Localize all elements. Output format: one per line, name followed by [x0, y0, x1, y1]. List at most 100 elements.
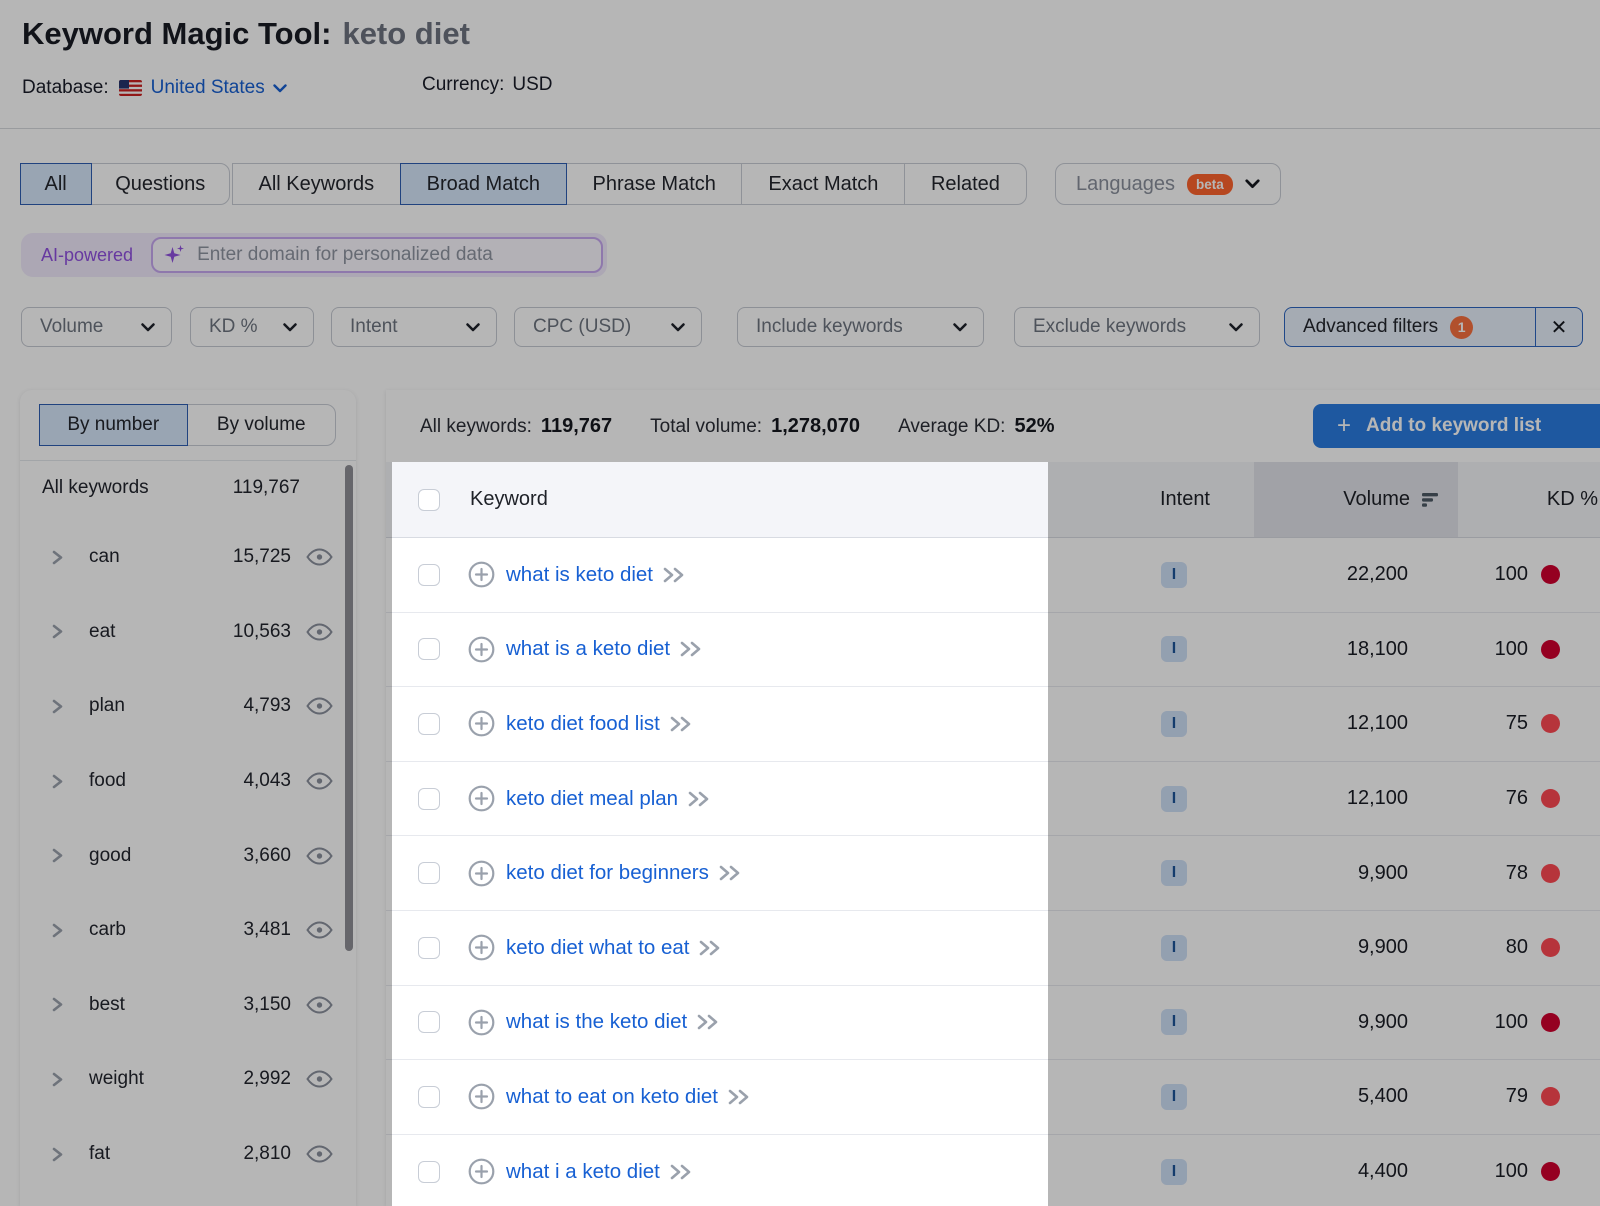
- match-tab[interactable]: Broad Match: [400, 163, 567, 205]
- table-row: what is a keto diet I 18,100 100: [386, 613, 1600, 688]
- keyword-link[interactable]: keto diet what to eat: [506, 936, 689, 960]
- intent-cell: I: [1048, 836, 1254, 910]
- advanced-filters-button[interactable]: Advanced filters 1 ✕: [1284, 307, 1583, 347]
- sidebar-all-keywords[interactable]: All keywords 119,767: [20, 464, 356, 512]
- eye-icon[interactable]: [306, 1070, 333, 1088]
- add-to-keyword-list-button[interactable]: + Add to keyword list: [1313, 404, 1600, 448]
- eye-icon[interactable]: [306, 847, 333, 865]
- intent-column-header[interactable]: Intent: [1048, 462, 1254, 537]
- database-selector[interactable]: United States: [151, 77, 287, 99]
- eye-icon[interactable]: [306, 772, 333, 790]
- kd-column-header[interactable]: KD %: [1458, 462, 1600, 537]
- keyword-group-item[interactable]: plan 4,793: [20, 669, 356, 744]
- keyword-link[interactable]: what i a keto diet: [506, 1160, 660, 1184]
- intent-badge[interactable]: I: [1161, 786, 1187, 812]
- intent-badge[interactable]: I: [1161, 1159, 1187, 1185]
- intent-badge[interactable]: I: [1161, 711, 1187, 737]
- eye-icon[interactable]: [306, 996, 333, 1014]
- row-checkbox[interactable]: [418, 788, 440, 810]
- keyword-group-item[interactable]: best 3,150: [20, 968, 356, 1043]
- keyword-group-item[interactable]: weight 2,992: [20, 1042, 356, 1117]
- languages-dropdown[interactable]: Languages beta: [1055, 163, 1281, 205]
- add-keyword-icon[interactable]: [468, 860, 495, 887]
- intent-badge[interactable]: I: [1161, 562, 1187, 588]
- keyword-link[interactable]: what is a keto diet: [506, 637, 670, 661]
- keyword-link[interactable]: what is keto diet: [506, 563, 653, 587]
- double-chevron-right-icon[interactable]: [696, 1014, 720, 1030]
- double-chevron-right-icon[interactable]: [669, 1164, 693, 1180]
- intent-badge[interactable]: I: [1161, 636, 1187, 662]
- double-chevron-right-icon[interactable]: [687, 791, 711, 807]
- add-keyword-icon[interactable]: [468, 934, 495, 961]
- intent-badge[interactable]: I: [1161, 860, 1187, 886]
- volume-column-header[interactable]: Volume: [1254, 462, 1458, 537]
- intent-badge[interactable]: I: [1161, 1009, 1187, 1035]
- row-checkbox[interactable]: [418, 937, 440, 959]
- tab[interactable]: All: [20, 163, 92, 205]
- keyword-group-item[interactable]: fat 2,810: [20, 1117, 356, 1192]
- double-chevron-right-icon[interactable]: [718, 865, 742, 881]
- kd-difficulty-dot: [1541, 714, 1560, 733]
- keyword-link[interactable]: what to eat on keto diet: [506, 1085, 718, 1109]
- volume-filter-dropdown[interactable]: Volume: [21, 307, 172, 347]
- add-keyword-icon[interactable]: [468, 1158, 495, 1185]
- match-tab[interactable]: Phrase Match: [566, 163, 743, 205]
- select-all-checkbox[interactable]: [418, 489, 440, 511]
- sort-toggle-option[interactable]: By volume: [187, 404, 337, 446]
- add-keyword-icon[interactable]: [468, 710, 495, 737]
- row-checkbox[interactable]: [418, 638, 440, 660]
- keyword-cell: what to eat on keto diet: [386, 1060, 1048, 1134]
- add-keyword-icon[interactable]: [468, 785, 495, 812]
- double-chevron-right-icon[interactable]: [698, 940, 722, 956]
- include-keywords-dropdown[interactable]: Include keywords: [737, 307, 984, 347]
- eye-icon[interactable]: [306, 921, 333, 939]
- sidebar-scrollbar-thumb[interactable]: [345, 465, 353, 951]
- intent-filter-dropdown[interactable]: Intent: [331, 307, 497, 347]
- keyword-group-item[interactable]: carb 3,481: [20, 893, 356, 968]
- cpc-filter-dropdown[interactable]: CPC (USD): [514, 307, 702, 347]
- eye-icon[interactable]: [306, 1145, 333, 1163]
- kd-value: 76: [1506, 787, 1528, 810]
- row-checkbox[interactable]: [418, 1011, 440, 1033]
- table-row: what i a keto diet I 4,400 100: [386, 1135, 1600, 1206]
- tab[interactable]: Questions: [90, 163, 230, 205]
- add-keyword-icon[interactable]: [468, 1009, 495, 1036]
- keyword-link[interactable]: keto diet food list: [506, 712, 660, 736]
- row-checkbox[interactable]: [418, 564, 440, 586]
- chevron-down-icon: [1245, 179, 1260, 189]
- add-keyword-icon[interactable]: [468, 1083, 495, 1110]
- double-chevron-right-icon[interactable]: [727, 1089, 751, 1105]
- add-keyword-icon[interactable]: [468, 561, 495, 588]
- row-checkbox[interactable]: [418, 1086, 440, 1108]
- keyword-group-item[interactable]: good 3,660: [20, 818, 356, 893]
- keyword-link[interactable]: what is the keto diet: [506, 1010, 687, 1034]
- domain-input[interactable]: [151, 237, 603, 273]
- intent-badge[interactable]: I: [1161, 935, 1187, 961]
- volume-cell: 9,900: [1254, 911, 1458, 985]
- volume-cell: 12,100: [1254, 687, 1458, 761]
- double-chevron-right-icon[interactable]: [662, 567, 686, 583]
- eye-icon[interactable]: [306, 548, 333, 566]
- kd-filter-dropdown[interactable]: KD %: [190, 307, 314, 347]
- clear-advanced-filters-button[interactable]: ✕: [1535, 308, 1582, 346]
- keyword-link[interactable]: keto diet meal plan: [506, 787, 678, 811]
- keyword-group-item[interactable]: can 15,725: [20, 520, 356, 595]
- row-checkbox[interactable]: [418, 713, 440, 735]
- sort-toggle-option[interactable]: By number: [39, 404, 189, 446]
- eye-icon[interactable]: [306, 697, 333, 715]
- intent-badge[interactable]: I: [1161, 1084, 1187, 1110]
- match-tab[interactable]: Related: [904, 163, 1027, 205]
- double-chevron-right-icon[interactable]: [669, 716, 693, 732]
- row-checkbox[interactable]: [418, 862, 440, 884]
- currency-value: USD: [512, 74, 552, 96]
- keyword-group-item[interactable]: eat 10,563: [20, 595, 356, 670]
- keyword-link[interactable]: keto diet for beginners: [506, 861, 709, 885]
- exclude-keywords-dropdown[interactable]: Exclude keywords: [1014, 307, 1260, 347]
- match-tab[interactable]: All Keywords: [232, 163, 402, 205]
- row-checkbox[interactable]: [418, 1161, 440, 1183]
- match-tab[interactable]: Exact Match: [741, 163, 905, 205]
- keyword-group-item[interactable]: food 4,043: [20, 744, 356, 819]
- eye-icon[interactable]: [306, 623, 333, 641]
- double-chevron-right-icon[interactable]: [679, 641, 703, 657]
- add-keyword-icon[interactable]: [468, 636, 495, 663]
